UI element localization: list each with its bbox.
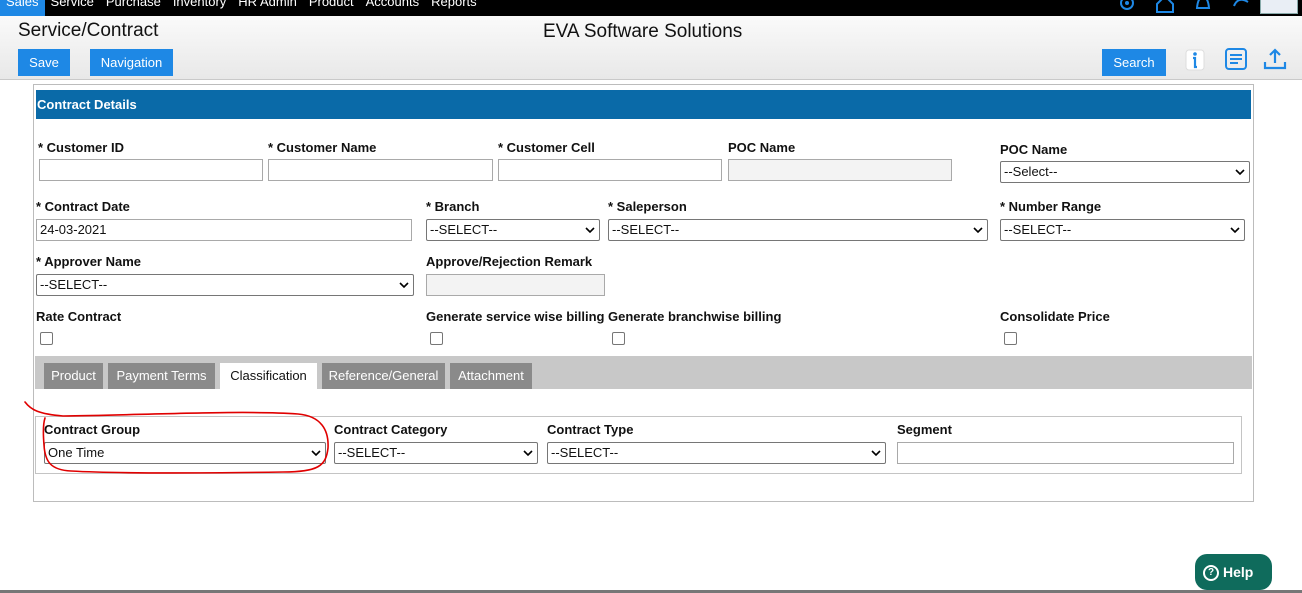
branch-select-value: --SELECT-- (430, 222, 498, 237)
chevron-down-icon (871, 450, 881, 457)
tab-bar: Product Payment Terms Classification Ref… (35, 356, 1252, 389)
poc-name-input (728, 159, 952, 181)
menu-inventory[interactable]: Inventory (167, 0, 232, 16)
tab-classification[interactable]: Classification (220, 363, 317, 389)
poc-name-label: POC Name (728, 140, 796, 155)
bell-icon[interactable] (1192, 0, 1214, 17)
page-header: Service/Contract EVA Software Solutions … (0, 16, 1302, 80)
customer-id-label: * Customer ID (38, 140, 124, 155)
menu-product[interactable]: Product (303, 0, 360, 16)
tab-payment-terms[interactable]: Payment Terms (108, 363, 215, 389)
poc-name-select-label: POC Name (1000, 142, 1068, 157)
remark-input (426, 274, 605, 296)
branch-select[interactable]: --SELECT-- (426, 219, 600, 241)
chevron-down-icon (399, 282, 409, 289)
segment-input[interactable] (897, 442, 1234, 464)
refresh-icon[interactable] (1230, 0, 1252, 17)
rate-contract-checkbox[interactable] (40, 332, 53, 345)
contract-type-select[interactable]: --SELECT-- (547, 442, 886, 464)
contract-date-input[interactable]: 24-03-2021 (36, 219, 412, 241)
menu-reports[interactable]: Reports (425, 0, 483, 16)
document-icon[interactable] (1223, 46, 1249, 72)
service-billing-checkbox[interactable] (430, 332, 443, 345)
service-billing-label: Generate service wise billing (426, 309, 605, 324)
customer-cell-label: * Customer Cell (498, 140, 595, 155)
menu-service[interactable]: Service (45, 0, 100, 16)
saleperson-select-value: --SELECT-- (612, 222, 680, 237)
saleperson-select[interactable]: --SELECT-- (608, 219, 988, 241)
menu-accounts[interactable]: Accounts (360, 0, 425, 16)
company-logo (1260, 0, 1298, 14)
navigation-button[interactable]: Navigation (90, 49, 173, 76)
consolidate-price-label: Consolidate Price (1000, 309, 1110, 324)
tab-reference-general[interactable]: Reference/General (322, 363, 445, 389)
menu-purchase[interactable]: Purchase (100, 0, 167, 16)
tab-product[interactable]: Product (44, 363, 103, 389)
chevron-down-icon (585, 227, 595, 234)
menu-hr-admin[interactable]: HR Admin (232, 0, 303, 16)
customer-name-input[interactable] (268, 159, 493, 181)
search-button[interactable]: Search (1102, 49, 1166, 76)
customer-name-label: * Customer Name (268, 140, 377, 155)
home-icon[interactable] (1154, 0, 1176, 17)
help-label: Help (1223, 564, 1254, 580)
menu-sales[interactable]: Sales (0, 0, 45, 16)
customer-id-input[interactable] (39, 159, 263, 181)
settings-icon[interactable] (1116, 0, 1138, 17)
branch-billing-label: Generate branchwise billing (608, 309, 782, 324)
info-icon[interactable] (1182, 46, 1208, 72)
chevron-down-icon (1230, 227, 1240, 234)
chevron-down-icon (1235, 169, 1245, 176)
remark-label: Approve/Rejection Remark (426, 254, 593, 269)
page-title: Service/Contract (18, 20, 159, 41)
customer-cell-input[interactable] (498, 159, 722, 181)
saleperson-label: * Saleperson (608, 199, 687, 214)
approver-select[interactable]: --SELECT-- (36, 274, 414, 296)
chevron-down-icon (523, 450, 533, 457)
poc-name-select[interactable]: --Select-- (1000, 161, 1250, 183)
approver-label: * Approver Name (36, 254, 141, 269)
approver-select-value: --SELECT-- (40, 277, 108, 292)
tab-attachment[interactable]: Attachment (450, 363, 532, 389)
contract-group-label: Contract Group (44, 422, 141, 437)
section-header: Contract Details (36, 90, 1251, 119)
company-name: EVA Software Solutions (543, 21, 743, 42)
top-menu-bar: Sales Service Purchase Inventory HR Admi… (0, 0, 1302, 16)
contract-category-select[interactable]: --SELECT-- (334, 442, 538, 464)
chevron-down-icon (973, 227, 983, 234)
main-menu: Sales Service Purchase Inventory HR Admi… (0, 0, 483, 16)
contract-type-label: Contract Type (547, 422, 634, 437)
contract-type-select-value: --SELECT-- (551, 445, 619, 460)
contract-group-select[interactable]: One Time (44, 442, 326, 464)
number-range-label: * Number Range (1000, 199, 1102, 214)
branch-billing-checkbox[interactable] (612, 332, 625, 345)
contract-category-label: Contract Category (334, 422, 448, 437)
consolidate-price-checkbox[interactable] (1004, 332, 1017, 345)
question-icon: ? (1203, 565, 1219, 582)
contract-group-select-value: One Time (48, 445, 105, 460)
segment-label: Segment (897, 422, 952, 437)
upload-icon[interactable] (1262, 46, 1288, 72)
poc-name-select-value: --Select-- (1004, 164, 1058, 179)
contract-category-select-value: --SELECT-- (338, 445, 406, 460)
rate-contract-label: Rate Contract (36, 309, 122, 324)
save-button[interactable]: Save (18, 49, 70, 76)
top-icons (1116, 0, 1252, 17)
contract-date-label: * Contract Date (36, 199, 130, 214)
scrollbar[interactable] (1290, 80, 1302, 590)
branch-label: * Branch (426, 199, 480, 214)
number-range-select-value: --SELECT-- (1004, 222, 1072, 237)
chevron-down-icon (311, 450, 321, 457)
help-button[interactable]: ? Help (1195, 554, 1272, 590)
number-range-select[interactable]: --SELECT-- (1000, 219, 1245, 241)
contract-panel: Contract Details * Customer ID * Custome… (33, 84, 1254, 502)
